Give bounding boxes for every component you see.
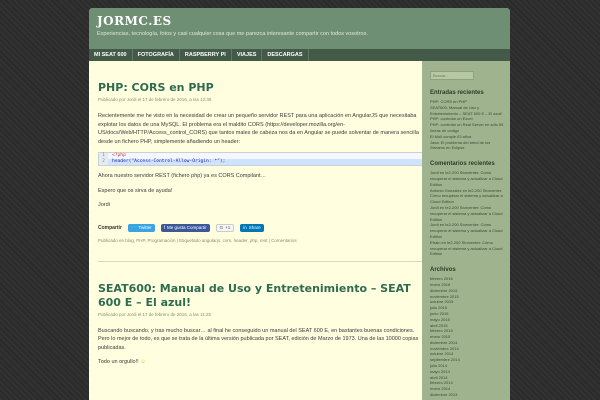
gplus-button[interactable]: G +1 (215, 223, 235, 232)
linkedin-icon: in (243, 224, 247, 230)
linkedin-share-button[interactable]: in Share (240, 223, 264, 232)
recent-comments-title: Comentarios recientes (430, 161, 495, 168)
facebook-label: Me gusta Compartir (167, 224, 207, 230)
recent-posts-title: Entradas recientes (430, 90, 484, 96)
post-title[interactable]: PHP: CORS en PHP (98, 81, 424, 95)
recent-comment-link[interactable]: Efrain en le2-200 Storcenter: Cómo recup… (430, 240, 504, 257)
post-taxonomy: Publicado en blog, PHP, Programación | E… (98, 237, 297, 243)
gplus-label: +1 (225, 224, 231, 230)
paragraph: Ahora nuestro servidor REST (fichero php… (98, 173, 267, 179)
code-block: 1 <?php 2 header("Access-Control-Allow-O… (98, 152, 424, 166)
paragraph: Todo un orgullo!! ☺ (98, 358, 424, 367)
facebook-icon: f (163, 224, 166, 230)
site-title[interactable]: JORMC.ES (97, 8, 510, 28)
nav-item-descargas[interactable]: DESCARGAS (262, 49, 309, 61)
gplus-icon: G (219, 224, 224, 230)
twitter-label: Twitter (138, 224, 152, 230)
post-body: Recientemente me he visto en la necesida… (98, 112, 424, 210)
post-meta: Publicado por Jordi el 17 de febrero de … (98, 311, 211, 317)
site-description: Experiencias, tecnología, fotos y casi c… (97, 31, 368, 37)
nav-item-raspberry-pi[interactable]: RASPBERRY PI (180, 49, 232, 61)
signature: Jordi (98, 202, 110, 208)
recent-comment-link[interactable]: Antonio Gonzalez en le2-200 Storcenter: … (430, 188, 504, 205)
recent-comments-list: Jordi en le2-200 Storcenter: Cómo recupe… (430, 170, 504, 257)
twitter-icon: 🐦 (130, 224, 137, 230)
site-container: JORMC.ES Experiencias, tecnología, fotos… (89, 8, 510, 400)
recent-post-link[interactable]: PHP: controlar un Real Server en sólo 55… (430, 122, 504, 134)
site-header: JORMC.ES Experiencias, tecnología, fotos… (89, 8, 510, 49)
recent-comment-link[interactable]: Jordi en le2-200 Storcenter: Cómo recupe… (430, 222, 504, 239)
post-meta: Publicado por Jordi el 17 de febrero de … (98, 97, 212, 102)
recent-post-link[interactable]: Java: El problema del árbol de los Strea… (430, 140, 504, 152)
nav-item-viajes[interactable]: VIAJES (232, 49, 263, 61)
post-divider (98, 260, 424, 262)
twitter-share-button[interactable]: 🐦 Twitter (127, 223, 155, 232)
main-content: PHP: CORS en PHP Publicado por Jordi el … (89, 61, 424, 400)
paragraph-text: Todo un orgullo!! (98, 359, 139, 365)
share-label: Compartir (98, 224, 122, 231)
archives-list: febrero 2016 enero 2016 diciembre 2015 n… (430, 276, 504, 398)
archives-title: Archivos (430, 267, 456, 274)
recent-posts-list: PHP: CORS en PHP SEAT600: Manual de Uso … (430, 99, 504, 151)
archive-link[interactable]: diciembre 2013 (430, 392, 504, 398)
post-body: Buscando buscando, y tras mucho buscar… … (98, 327, 424, 367)
share-row: Compartir 🐦 Twitter f Me gusta Compartir… (98, 223, 424, 232)
main-nav: MI SEAT 600 FOTOGRAFÍA RASPBERRY PI VIAJ… (89, 49, 510, 61)
recent-comment-link[interactable]: Jordi en le2-200 Storcenter: Cómo recupe… (430, 170, 504, 187)
code-text: header("Access-Control-Allow-Origin: *")… (112, 159, 226, 164)
search-input[interactable]: Buscar... (430, 71, 474, 80)
post-title[interactable]: SEAT600: Manual de Uso y Entretenimiento… (98, 282, 424, 310)
code-line: 2 header("Access-Control-Allow-Origin: *… (99, 159, 423, 165)
sidebar: Buscar... Entradas recientes PHP: CORS e… (422, 61, 510, 400)
nav-item-mi-seat-600[interactable]: MI SEAT 600 (89, 49, 133, 61)
paragraph: Espero que os sirva de ayuda! (98, 187, 173, 194)
recent-post-link[interactable]: SEAT600: Manual de Uso y Entretenimiento… (430, 105, 504, 117)
recent-comment-link[interactable]: Jordi en le2-200 Storcenter: Cómo recupe… (430, 205, 504, 222)
facebook-share-button[interactable]: f Me gusta Compartir (160, 223, 210, 232)
linkedin-label: Share (248, 224, 261, 230)
paragraph: Recientemente me he visto en la necesida… (98, 113, 419, 145)
smiley-icon: ☺ (140, 359, 146, 365)
nav-item-fotografia[interactable]: FOTOGRAFÍA (133, 49, 180, 61)
paragraph: Buscando buscando, y tras mucho buscar… … (98, 327, 419, 351)
line-number: 2 (99, 159, 108, 165)
